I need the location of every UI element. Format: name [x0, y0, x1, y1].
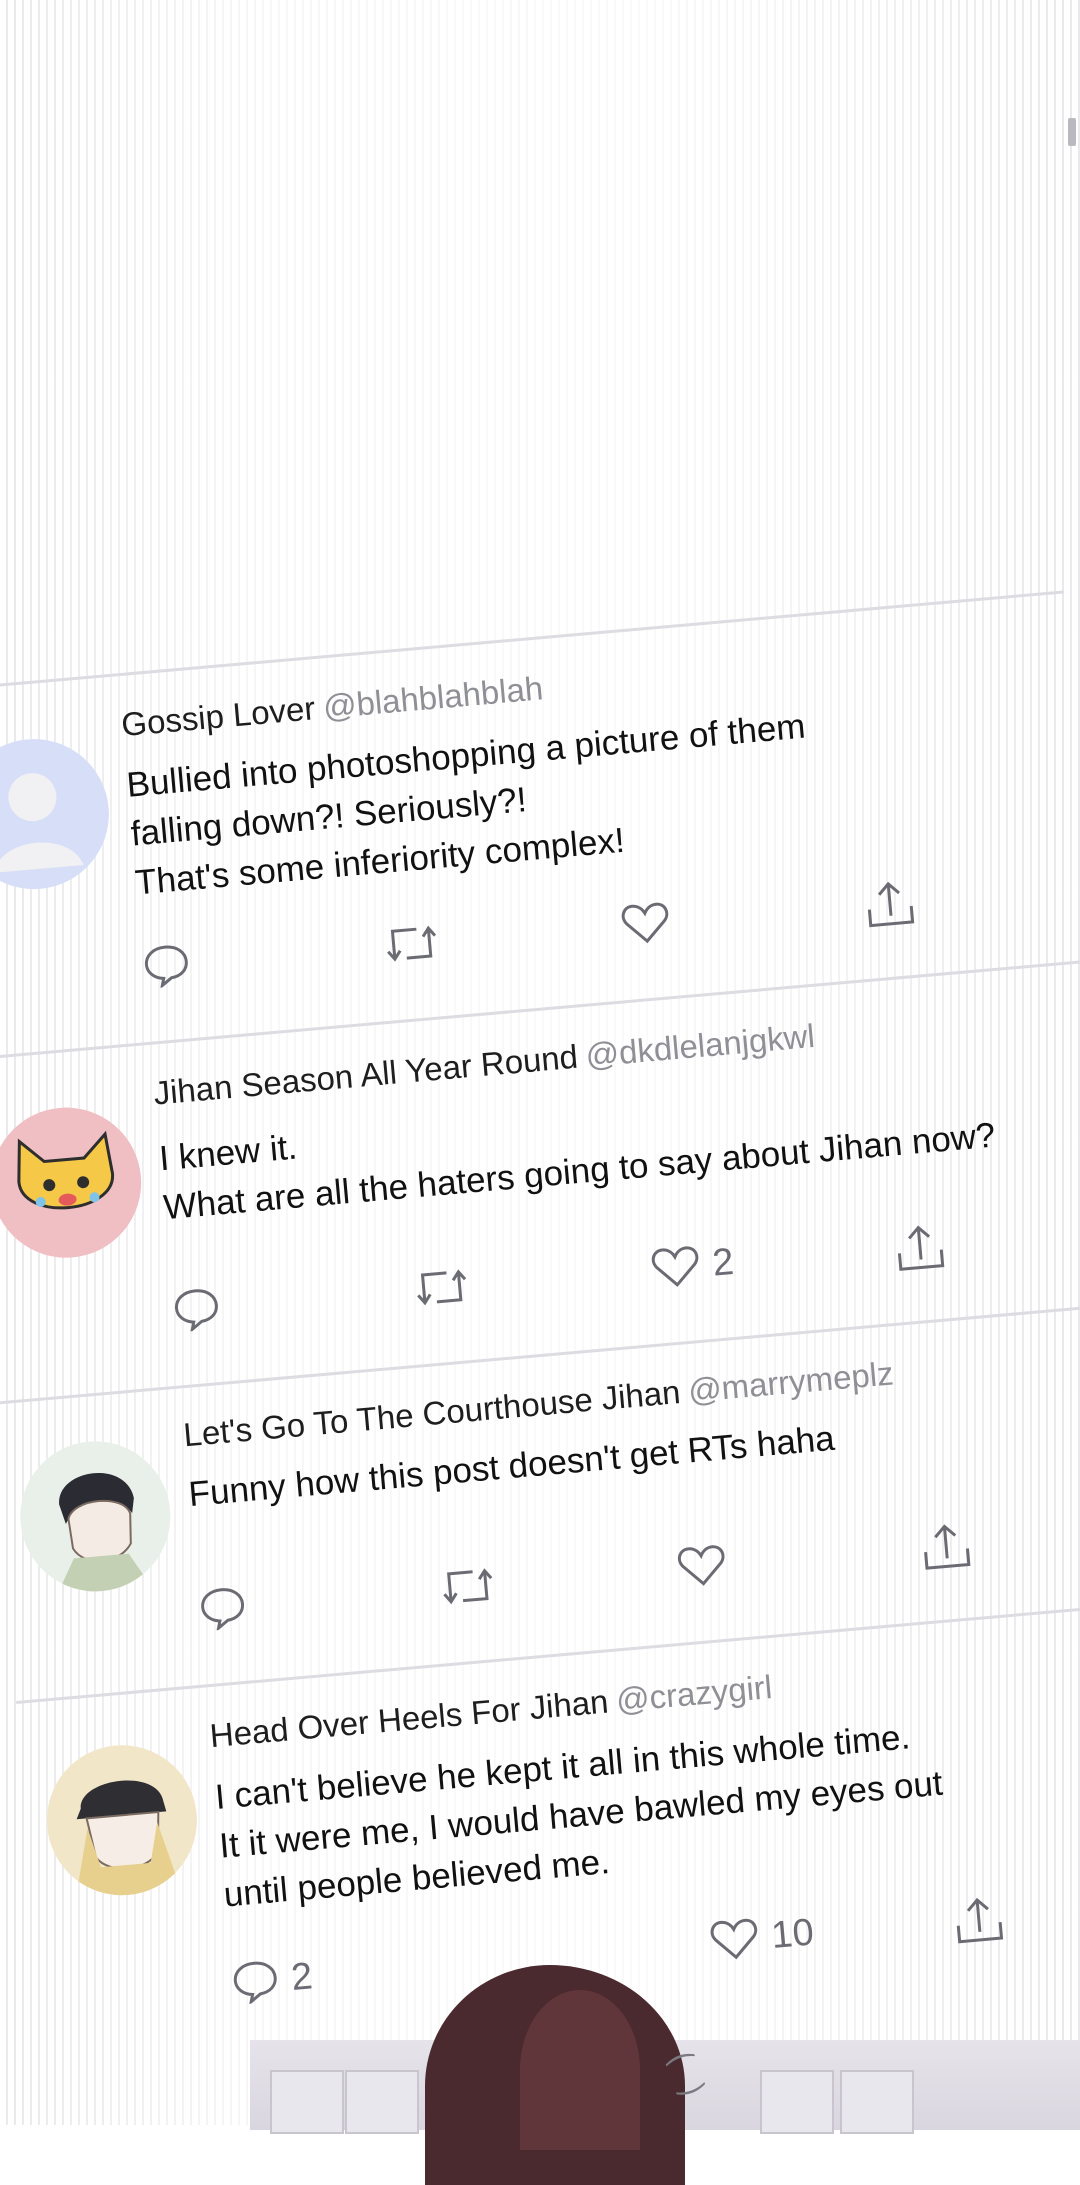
yellow-cat-avatar-icon — [0, 1107, 142, 1258]
reply-icon — [175, 1289, 218, 1333]
share-icon — [867, 881, 915, 928]
cabinet-illustration — [270, 2070, 344, 2134]
like-button[interactable] — [619, 898, 685, 947]
user-handle[interactable]: @marrymeplz — [687, 1354, 895, 1409]
share-icon — [956, 1897, 1004, 1944]
share-button[interactable] — [893, 1221, 947, 1273]
scroll-indicator — [1068, 118, 1076, 146]
reply-icon — [144, 945, 188, 990]
retweet-icon — [443, 1568, 493, 1605]
avatar[interactable] — [40, 1738, 204, 1902]
reply-button[interactable] — [141, 940, 205, 990]
user-handle[interactable]: @blahblahblah — [321, 669, 544, 725]
share-icon — [924, 1524, 971, 1570]
retweet-button[interactable] — [410, 1263, 474, 1312]
like-icon — [651, 1246, 699, 1287]
share-button[interactable] — [952, 1894, 1006, 1946]
display-name[interactable]: Gossip Lover — [120, 689, 317, 743]
dark-haired-man-avatar-icon — [20, 1441, 171, 1596]
user-handle[interactable]: @dkdlelanjgkwl — [584, 1017, 816, 1074]
reply-icon — [233, 1961, 277, 2006]
reply-count: 2 — [289, 1954, 315, 1999]
like-button[interactable]: 10 — [708, 1910, 816, 1963]
cabinet-illustration — [840, 2070, 914, 2134]
default-user-icon — [0, 739, 109, 890]
like-icon — [677, 1545, 725, 1586]
reply-button[interactable] — [197, 1583, 261, 1632]
character-hair-highlight — [520, 1990, 640, 2150]
retweet-button[interactable] — [436, 1562, 500, 1611]
retweet-button[interactable] — [380, 919, 444, 968]
reply-icon — [201, 1588, 245, 1632]
user-handle[interactable]: @crazygirl — [615, 1668, 774, 1718]
avatar[interactable] — [0, 732, 116, 896]
tweet-feed: Gossip Lover @blahblahblah Bullied into p… — [0, 0, 1080, 2167]
like-icon — [710, 1918, 758, 1960]
avatar[interactable] — [14, 1435, 177, 1598]
share-button[interactable] — [919, 1520, 973, 1572]
cabinet-illustration — [345, 2070, 419, 2134]
cabinet-illustration — [760, 2070, 834, 2134]
like-count: 10 — [769, 1910, 816, 1957]
retweet-icon — [417, 1269, 467, 1306]
retweet-icon — [387, 925, 437, 962]
share-button[interactable] — [863, 878, 917, 930]
like-button[interactable] — [675, 1541, 741, 1590]
avatar[interactable] — [0, 1101, 148, 1264]
like-button[interactable]: 2 — [649, 1240, 736, 1291]
display-name[interactable]: Jihan Season All Year Round — [152, 1038, 579, 1112]
share-icon — [897, 1225, 945, 1271]
man-with-cap-avatar-icon — [46, 1745, 197, 1900]
like-count: 2 — [710, 1240, 736, 1285]
reply-button[interactable]: 2 — [230, 1954, 315, 2006]
reply-button[interactable] — [171, 1284, 235, 1333]
like-icon — [621, 902, 669, 944]
